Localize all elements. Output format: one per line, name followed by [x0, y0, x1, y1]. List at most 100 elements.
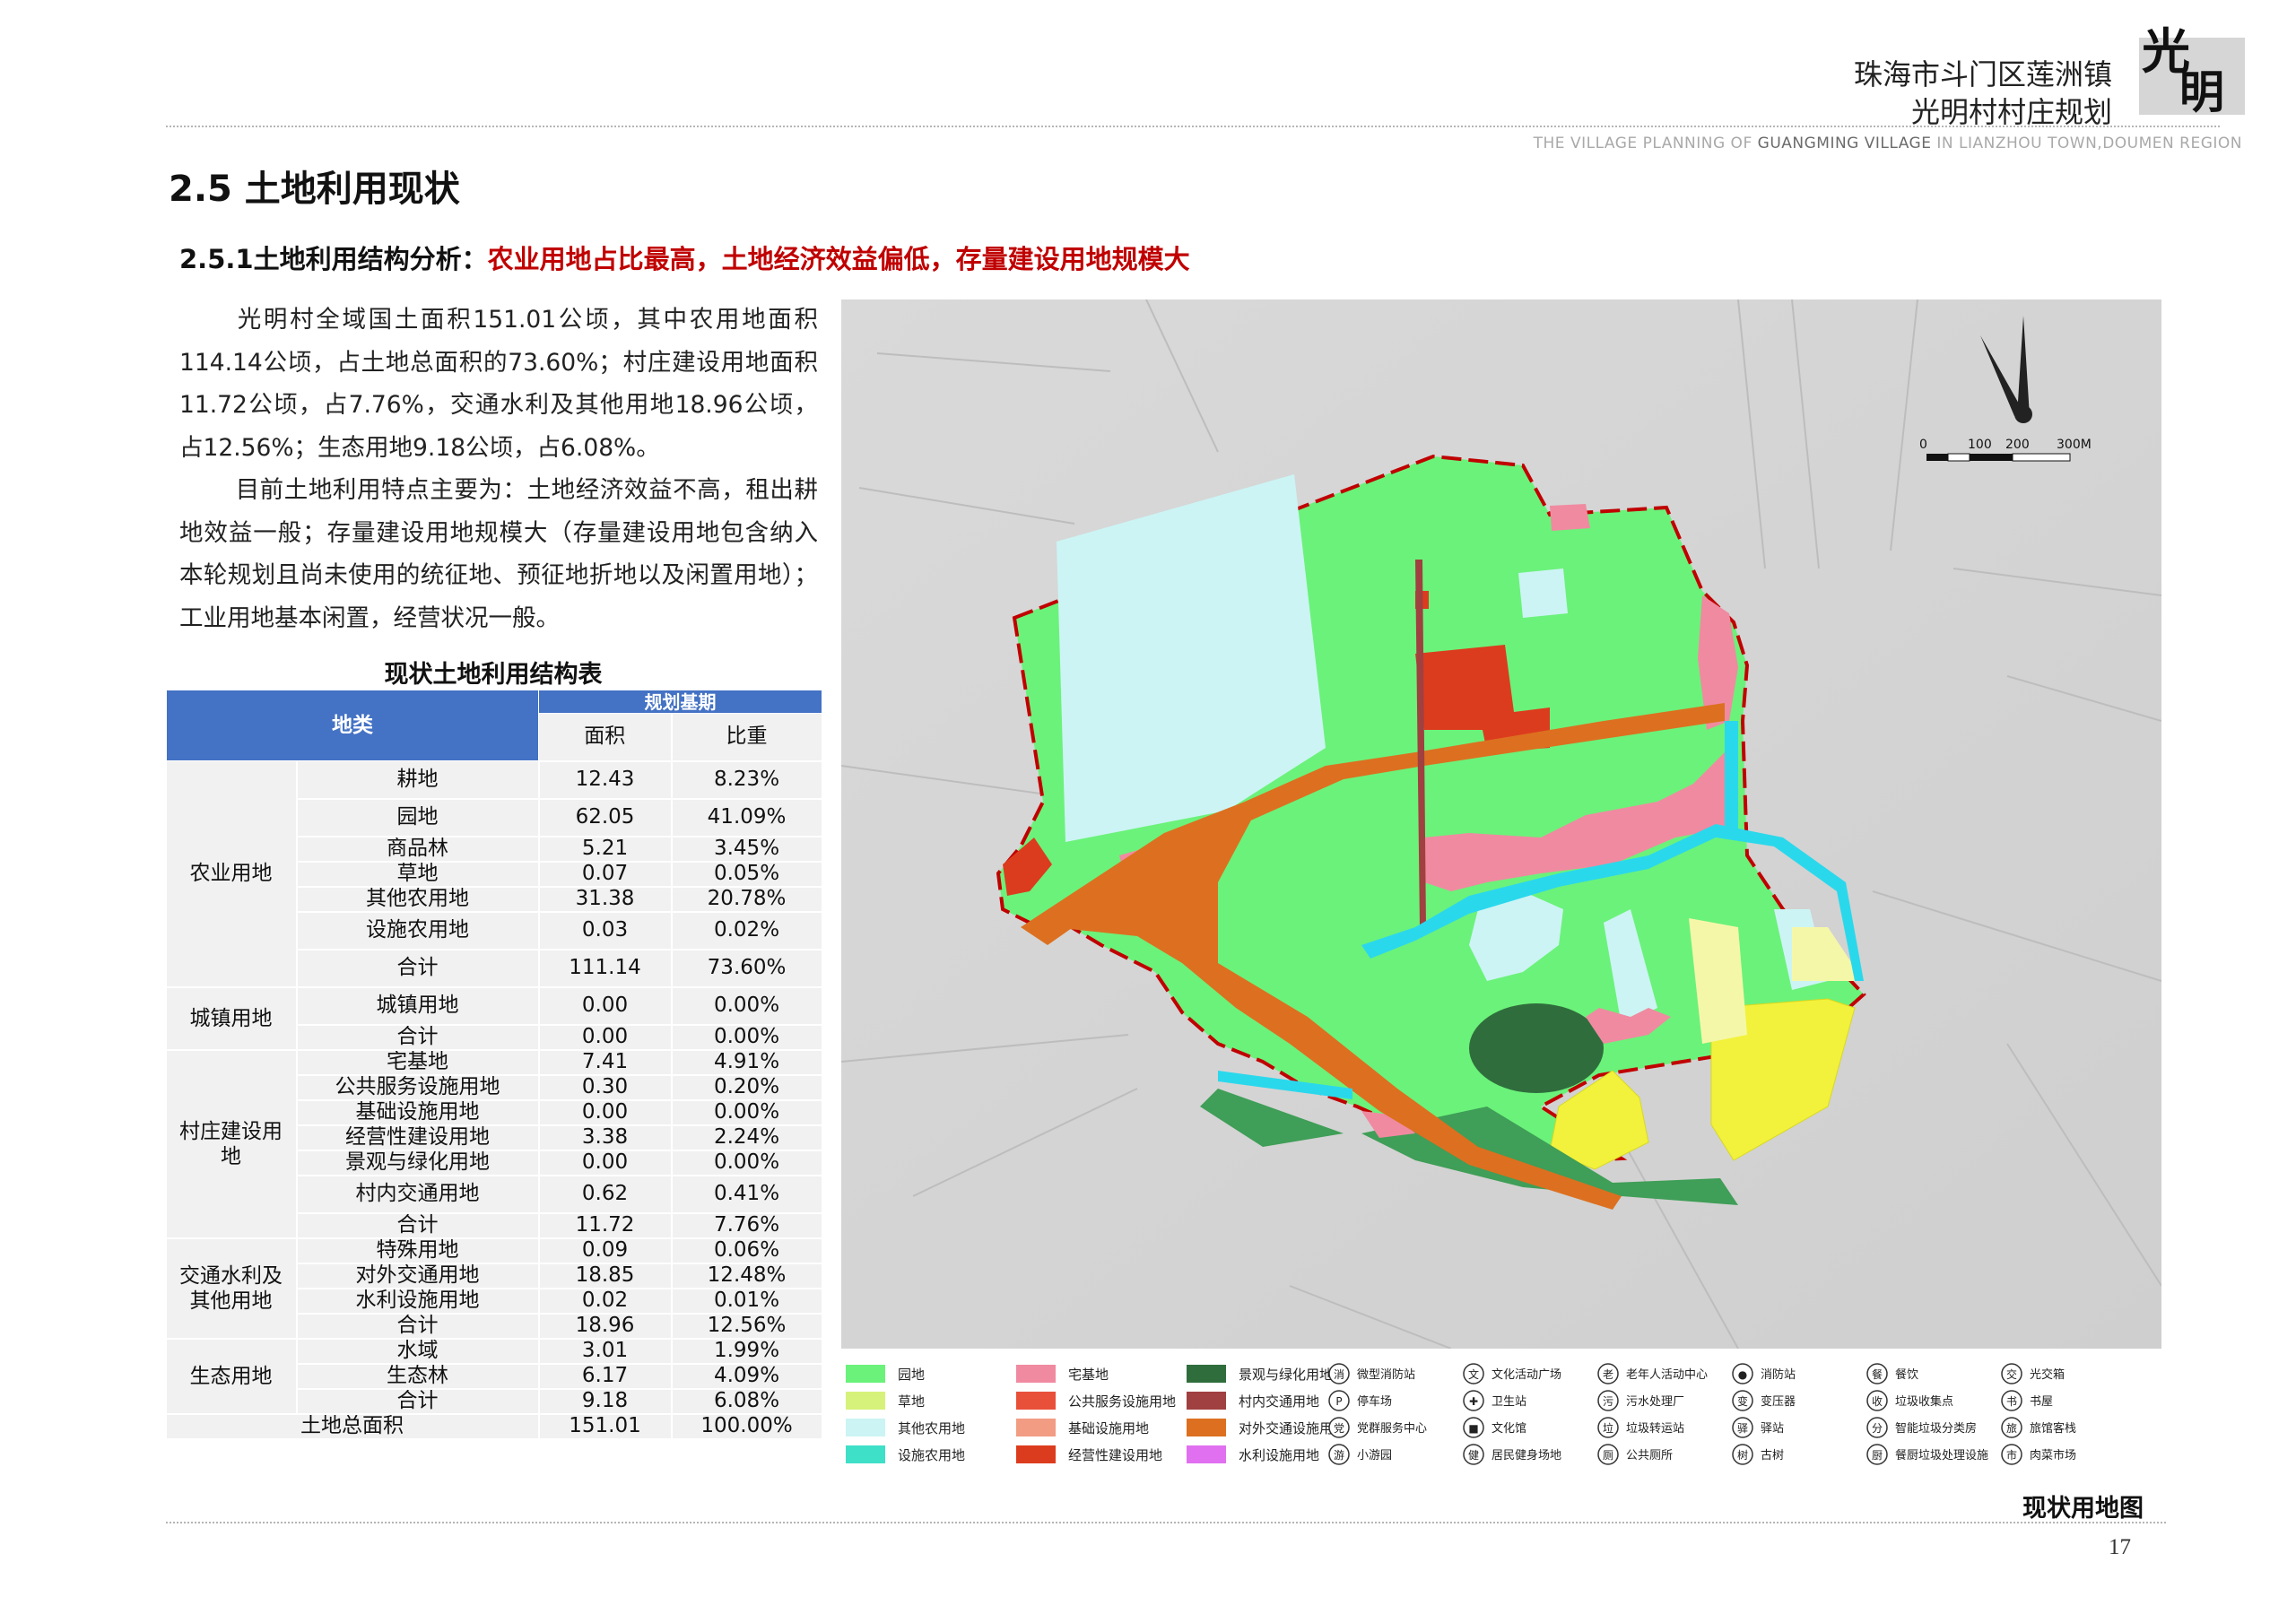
table-cell-item: 水利设施用地 — [296, 1288, 540, 1315]
table-cell-area: 0.00 — [538, 1024, 673, 1051]
legend-label: 园地 — [898, 1367, 925, 1383]
legend-swatch — [846, 1445, 885, 1463]
table-cell-item: 公共服务设施用地 — [296, 1074, 540, 1101]
table-cell-ratio: 8.23% — [671, 760, 823, 800]
table-cell-item: 水域 — [296, 1338, 540, 1365]
legend-symbol-label: 智能垃圾分类房 — [1895, 1421, 1977, 1436]
legend-label: 水利设施用地 — [1239, 1447, 1319, 1463]
legend-symbol-label: 垃圾转运站 — [1626, 1422, 1684, 1436]
legend-symbol-glyph: 分 — [1872, 1422, 1883, 1435]
legend-swatch — [846, 1419, 885, 1436]
table-total-ratio: 100.00% — [671, 1413, 823, 1440]
scale-label-0: 0 — [1919, 438, 1927, 452]
legend-symbol-glyph: 健 — [1468, 1449, 1479, 1462]
table-cell-item: 商品林 — [296, 836, 540, 863]
table-cell-item: 设施农用地 — [296, 911, 540, 950]
table-cell-area: 12.43 — [538, 760, 673, 800]
scale-label-200: 200 — [2005, 438, 2030, 452]
table-cell-item: 合计 — [296, 949, 540, 988]
legend-label: 草地 — [898, 1393, 925, 1410]
table-cell-item: 城镇用地 — [296, 986, 540, 1026]
legend-symbol-glyph: 变 — [1737, 1394, 1748, 1408]
paragraph-2: 目前土地利用特点主要为：土地经济效益不高，租出耕地效益一般；存量建设用地规模大（… — [179, 476, 818, 632]
table-cell-ratio: 20.78% — [671, 886, 823, 913]
legend-symbol-label: 旅馆客栈 — [2030, 1421, 2076, 1436]
landscape-green-pond — [1469, 1003, 1604, 1093]
table-cell-area: 0.03 — [538, 911, 673, 950]
legend-symbol-glyph: 市 — [2006, 1448, 2017, 1462]
table-cell-area: 7.41 — [538, 1049, 673, 1076]
table-cell-item: 其他农用地 — [296, 886, 540, 913]
legend-symbol-label: 老年人活动中心 — [1626, 1368, 1708, 1382]
table-cell-item: 合计 — [296, 1388, 540, 1415]
legend-symbol-label: 古树 — [1761, 1449, 1784, 1462]
legend-symbol-label: 餐饮 — [1895, 1367, 1918, 1382]
legend-symbol-label: 污水处理厂 — [1626, 1395, 1684, 1409]
table-total-label: 土地总面积 — [166, 1413, 540, 1440]
table-group-label: 城镇用地 — [166, 986, 298, 1051]
table-cell-ratio: 4.09% — [671, 1363, 823, 1390]
legend-symbol-label: 微型消防站 — [1357, 1367, 1415, 1382]
table-group-label: 农业用地 — [166, 760, 298, 988]
table-cell-area: 0.62 — [538, 1175, 673, 1214]
homestead-parcel — [1550, 504, 1590, 531]
legend-label: 宅基地 — [1068, 1367, 1109, 1383]
table-cell-ratio: 0.00% — [671, 1099, 823, 1126]
table-cell-ratio: 0.00% — [671, 1024, 823, 1051]
legend-symbol-glyph: 党 — [1334, 1421, 1344, 1435]
table-cell-ratio: 4.91% — [671, 1049, 823, 1076]
table-cell-item: 村内交通用地 — [296, 1175, 540, 1214]
table-cell-area: 9.18 — [538, 1388, 673, 1415]
table-cell-item: 基础设施用地 — [296, 1099, 540, 1126]
page-number: 17 — [2109, 1535, 2131, 1559]
table-cell-area: 0.07 — [538, 861, 673, 888]
legend-symbol-glyph: ■ — [1468, 1422, 1478, 1435]
paragraph-1: 光明村全域国土面积151.01公顷，其中农用地面积114.14公顷，占土地总面积… — [179, 306, 818, 462]
legend-symbol-glyph: 书 — [2006, 1395, 2017, 1408]
table-cell-ratio: 73.60% — [671, 949, 823, 988]
table-cell-area: 5.21 — [538, 836, 673, 863]
table-group-label: 生态用地 — [166, 1338, 298, 1415]
table-cell-item: 草地 — [296, 861, 540, 888]
table-cell-ratio: 0.02% — [671, 911, 823, 950]
table-cell-area: 62.05 — [538, 798, 673, 838]
table-title: 现状土地利用结构表 — [384, 661, 603, 689]
table-cell-ratio: 0.06% — [671, 1237, 823, 1264]
legend-symbol-label: 光交箱 — [2030, 1367, 2065, 1382]
legend-swatch — [1187, 1392, 1226, 1410]
legend-symbol-glyph: 消 — [1334, 1368, 1344, 1381]
table-cell-ratio: 0.00% — [671, 986, 823, 1026]
legend-symbol-glyph: 老 — [1603, 1368, 1613, 1381]
table-row: 城镇用地 城镇用地 0.00 0.00% — [166, 986, 823, 1051]
legend-symbol-glyph: ● — [1738, 1368, 1747, 1381]
table-row: 村庄建设用地 宅基地 7.41 4.91% — [166, 1049, 823, 1239]
legend-symbol-glyph: 旅 — [2006, 1422, 2017, 1435]
table-cell-ratio: 12.56% — [671, 1313, 823, 1340]
table-cell-ratio: 0.05% — [671, 861, 823, 888]
legend-label: 景观与绿化用地 — [1239, 1367, 1333, 1383]
section-title: 2.5 土地利用现状 — [169, 169, 460, 210]
table-cell-area: 0.02 — [538, 1288, 673, 1315]
table-cell-area: 11.72 — [538, 1212, 673, 1239]
header-english-subtitle: THE VILLAGE PLANNING OF GUANGMING VILLAG… — [1533, 135, 2242, 152]
legend-symbol-label: 卫生站 — [1492, 1395, 1526, 1409]
legend-swatch — [1187, 1419, 1226, 1436]
legend-symbol-glyph: P — [1335, 1395, 1342, 1408]
legend-label: 村内交通用地 — [1239, 1393, 1319, 1410]
legend-symbol-glyph: 收 — [1872, 1395, 1883, 1408]
table-cell-item: 生态林 — [296, 1363, 540, 1390]
legend-symbol-label: 书屋 — [2030, 1395, 2053, 1409]
table-cell-area: 111.14 — [538, 949, 673, 988]
legend-symbol-glyph: 厕 — [1603, 1449, 1613, 1462]
legend-label: 设施农用地 — [898, 1447, 965, 1463]
table-cell-ratio: 3.45% — [671, 836, 823, 863]
table-cell-area: 0.30 — [538, 1074, 673, 1101]
legend-symbol-glyph: ✚ — [1469, 1395, 1478, 1408]
legend-symbol-glyph: 餐 — [1872, 1367, 1883, 1381]
legend-symbol-glyph: 污 — [1603, 1395, 1613, 1408]
table-row: 生态用地 水域 3.01 1.99% — [166, 1338, 823, 1415]
table-cell-area: 6.17 — [538, 1363, 673, 1390]
table-cell-ratio: 6.08% — [671, 1388, 823, 1415]
table-cell-item: 合计 — [296, 1212, 540, 1239]
table-row: 农业用地 耕地 12.43 8.23% — [166, 760, 823, 988]
